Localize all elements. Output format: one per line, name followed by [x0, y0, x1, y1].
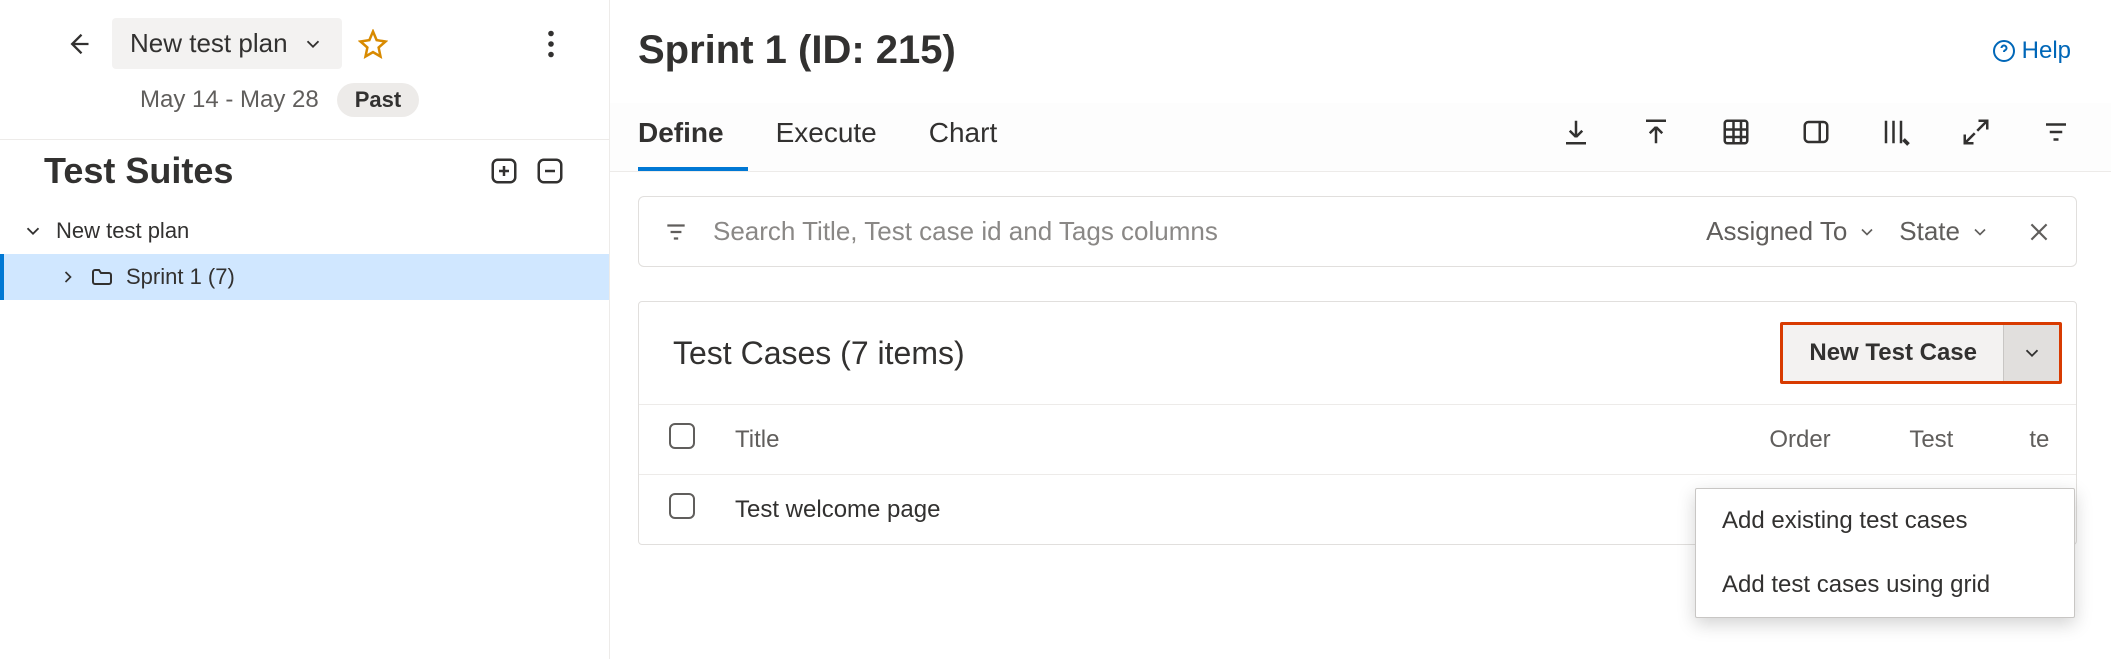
test-suites-header: Test Suites: [0, 140, 609, 202]
new-test-case-label[interactable]: New Test Case: [1783, 325, 2003, 381]
menu-add-existing[interactable]: Add existing test cases: [1696, 489, 2074, 553]
plan-status-badge: Past: [337, 83, 419, 117]
clear-filters-icon[interactable]: [2026, 219, 2052, 245]
col-order[interactable]: Order: [1749, 405, 1889, 475]
collapse-suite-icon[interactable]: [535, 156, 565, 186]
test-plan-name: New test plan: [130, 28, 288, 59]
chevron-down-icon: [1970, 222, 1990, 242]
new-test-case-chevron[interactable]: [2003, 325, 2059, 381]
plan-date-range: May 14 - May 28: [140, 86, 319, 114]
col-test[interactable]: Test: [1889, 405, 2009, 475]
test-plan-selector[interactable]: New test plan: [112, 18, 342, 69]
chevron-down-icon: [22, 220, 44, 242]
row-checkbox[interactable]: [669, 493, 695, 519]
column-options-icon[interactable]: [1881, 117, 1911, 147]
sidebar: New test plan May 14 - May 28 Past Test …: [0, 0, 610, 659]
grid-view-icon[interactable]: [1721, 117, 1751, 147]
tab-define[interactable]: Define: [638, 103, 748, 171]
favorite-star-icon[interactable]: [358, 29, 388, 59]
back-arrow-icon[interactable]: [60, 30, 96, 58]
folder-icon: [90, 265, 114, 289]
select-all-checkbox[interactable]: [669, 423, 695, 449]
tree-root-item[interactable]: New test plan: [0, 208, 609, 254]
col-extra[interactable]: te: [2009, 405, 2076, 475]
filter-lines-icon: [663, 219, 689, 245]
toolbar-icons: [1561, 117, 2071, 157]
test-cases-header: Test Cases (7 items) New Test Case: [639, 302, 2076, 404]
help-icon: [1992, 39, 2016, 63]
chevron-right-icon: [58, 267, 78, 287]
table-header-row: Title Order Test te: [639, 405, 2076, 475]
cell-title: Test welcome page: [715, 475, 1749, 545]
search-input[interactable]: [711, 215, 1684, 248]
export-download-icon[interactable]: [1561, 117, 1591, 147]
plan-header: New test plan: [0, 0, 609, 69]
test-suites-title: Test Suites: [44, 150, 473, 192]
search-filter-bar: Assigned To State: [638, 196, 2077, 267]
more-vertical-icon[interactable]: [547, 30, 585, 58]
main-content: Sprint 1 (ID: 215) Help Define Execute C…: [610, 0, 2121, 659]
suites-tree: New test plan Sprint 1 (7): [0, 202, 609, 300]
chevron-down-icon: [1857, 222, 1877, 242]
main-header: Sprint 1 (ID: 215) Help: [610, 0, 2111, 73]
tab-execute[interactable]: Execute: [776, 103, 901, 171]
col-title[interactable]: Title: [715, 405, 1749, 475]
tab-chart[interactable]: Chart: [929, 103, 1021, 171]
filter-assigned-to[interactable]: Assigned To: [1706, 216, 1877, 247]
tree-child-label: Sprint 1 (7): [126, 264, 235, 290]
new-test-case-splitbutton[interactable]: New Test Case: [1780, 322, 2062, 384]
chevron-down-icon: [2021, 342, 2043, 364]
filter-icon[interactable]: [2041, 117, 2071, 147]
tabs-row: Define Execute Chart: [610, 103, 2111, 172]
new-test-case-menu: Add existing test cases Add test cases u…: [1695, 488, 2075, 618]
plan-dates-row: May 14 - May 28 Past: [0, 69, 609, 139]
add-suite-icon[interactable]: [489, 156, 519, 186]
menu-add-using-grid[interactable]: Add test cases using grid: [1696, 553, 2074, 617]
tree-child-item[interactable]: Sprint 1 (7): [0, 254, 609, 300]
import-upload-icon[interactable]: [1641, 117, 1671, 147]
page-title: Sprint 1 (ID: 215): [638, 28, 1992, 73]
help-link[interactable]: Help: [1992, 37, 2071, 65]
test-cases-title: Test Cases (7 items): [673, 335, 1780, 372]
chevron-down-icon: [302, 33, 324, 55]
side-panel-icon[interactable]: [1801, 117, 1831, 147]
tree-root-label: New test plan: [56, 218, 189, 244]
filter-state[interactable]: State: [1899, 216, 1990, 247]
fullscreen-icon[interactable]: [1961, 117, 1991, 147]
